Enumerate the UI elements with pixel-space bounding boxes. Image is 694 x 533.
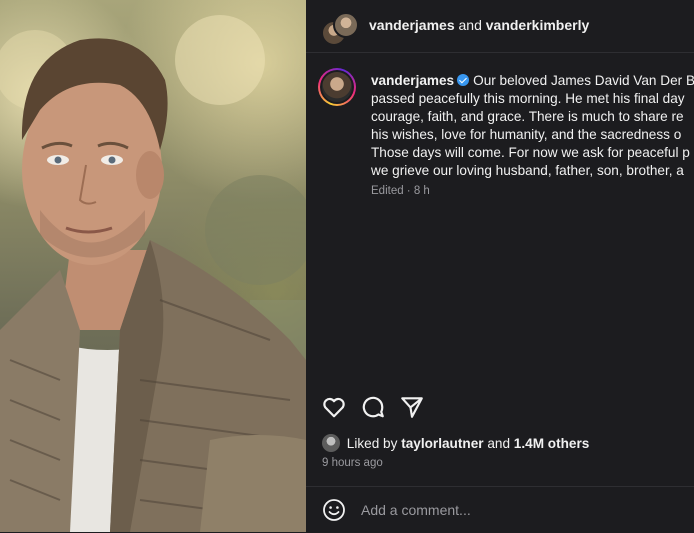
liker-username[interactable]: taylorlautner: [401, 436, 483, 451]
collab-usernames: vanderjames and vanderkimberly: [369, 17, 589, 33]
and-text: and: [487, 436, 511, 451]
portrait-illustration: [0, 15, 306, 532]
and-text: and: [458, 17, 482, 33]
author-avatar[interactable]: [318, 68, 356, 106]
author-username[interactable]: vanderjames: [371, 73, 454, 88]
caption-line: courage, faith, and grace. There is much…: [371, 109, 684, 124]
caption-line: Those days will come. For now we ask for…: [371, 145, 690, 160]
comment-icon[interactable]: [360, 394, 386, 420]
post-caption: vanderjames Our beloved James David Van D…: [371, 72, 694, 180]
post-panel: vanderjames and vanderkimberly vanderjam…: [306, 0, 694, 532]
post-header: vanderjames and vanderkimberly: [306, 0, 694, 53]
post-meta: Edited · 8 h: [371, 185, 430, 197]
avatar[interactable]: [333, 12, 359, 38]
liked-by-text: Liked by: [346, 436, 398, 451]
comment-bar: [306, 486, 694, 533]
verified-badge-icon: [457, 74, 470, 86]
action-bar: [321, 394, 441, 420]
emoji-icon[interactable]: [322, 498, 346, 522]
likes-summary: Liked by taylorlautner and 1.4M others: [322, 434, 589, 452]
comment-input[interactable]: [361, 499, 681, 521]
likes-count-link[interactable]: 1.4M others: [514, 436, 590, 451]
liker-avatar[interactable]: [322, 434, 340, 452]
caption-line: we grieve our loving husband, father, so…: [371, 163, 684, 178]
caption-line: his wishes, love for humanity, and the s…: [371, 127, 682, 142]
username-link[interactable]: vanderkimberly: [486, 17, 590, 33]
post-image[interactable]: [0, 0, 306, 532]
share-icon[interactable]: [399, 394, 425, 420]
username-link[interactable]: vanderjames: [369, 17, 455, 33]
heart-icon[interactable]: [321, 394, 347, 420]
caption-line: Our beloved James David Van Der B: [473, 73, 694, 88]
caption-line: passed peacefully this morning. He met h…: [371, 91, 685, 106]
collab-avatars[interactable]: [321, 12, 359, 46]
post-timestamp[interactable]: 9 hours ago: [322, 457, 383, 469]
